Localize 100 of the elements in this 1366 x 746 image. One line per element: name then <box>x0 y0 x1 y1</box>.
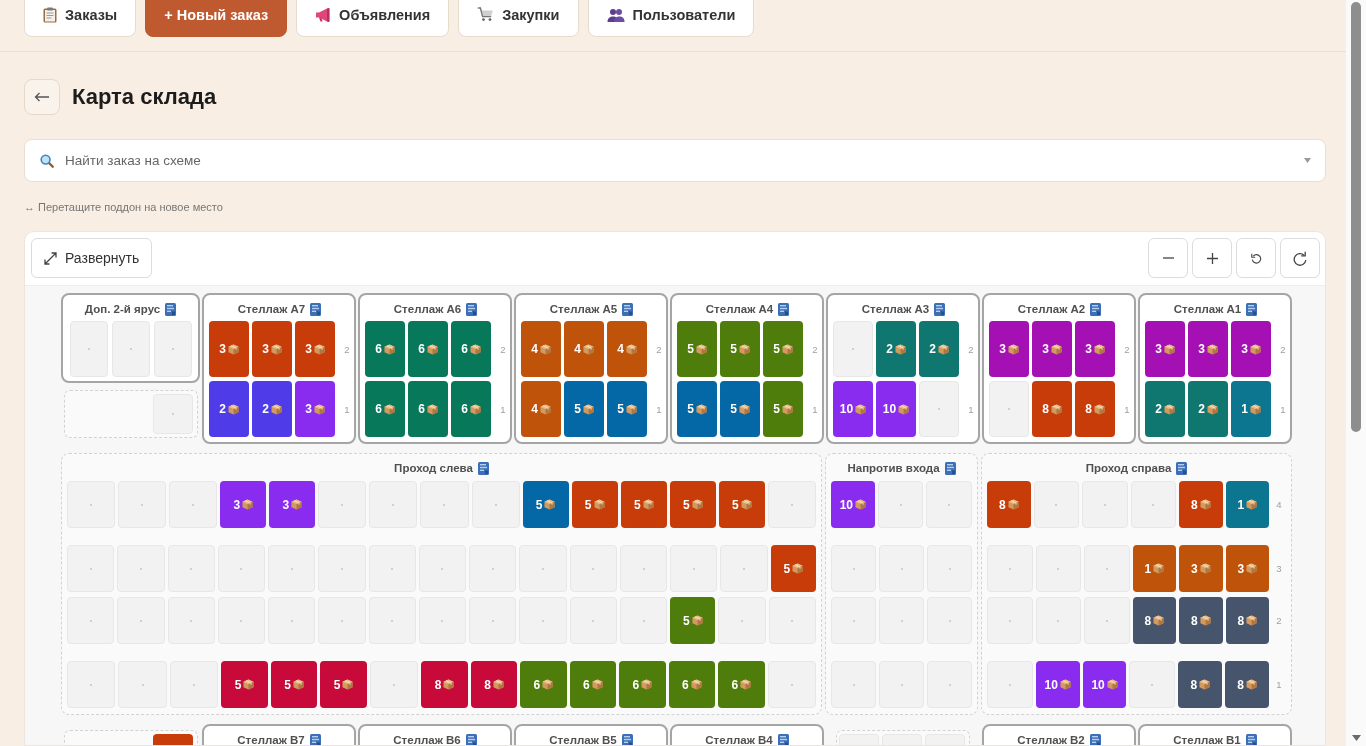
pallet-slot[interactable]: 4 <box>521 381 561 437</box>
pallet-slot[interactable]: 8 <box>1032 381 1072 437</box>
pallet-slot[interactable]: 8 <box>1178 661 1223 708</box>
empty-slot <box>268 545 316 592</box>
pallet-slot[interactable]: 5 <box>320 661 367 708</box>
expand-button[interactable]: Развернуть <box>31 238 153 278</box>
pallet-slot[interactable]: 5 <box>720 321 760 377</box>
pallet-slot[interactable]: 5 <box>763 381 803 437</box>
pallet-slot[interactable]: 4 <box>607 321 647 377</box>
pallet-slot[interactable]: 8 <box>1179 597 1223 644</box>
pallet-slot[interactable]: 5 <box>620 481 667 528</box>
pallet-slot[interactable]: 6 <box>520 661 567 708</box>
pallet-slot[interactable]: 3 <box>1231 321 1271 377</box>
package-icon <box>539 403 551 415</box>
empty-slot <box>831 545 876 592</box>
pallet-slot[interactable]: 3 <box>1075 321 1115 377</box>
pallet-slot[interactable]: 8 <box>1132 597 1176 644</box>
pallet-slot[interactable]: 5 <box>763 321 803 377</box>
pallet-slot[interactable]: 5 <box>718 481 765 528</box>
rack-title: Стеллаж В2 <box>1017 734 1085 745</box>
pallet-slot[interactable]: 10 <box>833 381 873 437</box>
nav-tab[interactable]: Пользователи <box>587 0 755 37</box>
empty-slot <box>831 597 876 644</box>
pallet-slot[interactable]: 1 <box>1132 545 1176 592</box>
pallet-slot[interactable]: 6 <box>365 321 405 377</box>
pallet-slot[interactable]: 6 <box>619 661 666 708</box>
pallet-slot[interactable]: 6 <box>408 381 448 437</box>
pallet-slot[interactable]: 10 <box>1035 661 1080 708</box>
empty-slot <box>833 321 873 377</box>
pallet-slot[interactable]: 6 <box>365 381 405 437</box>
back-button[interactable] <box>24 79 60 115</box>
pallet-slot[interactable]: 6 <box>569 661 617 708</box>
nav-tab[interactable]: Объявления <box>296 0 450 37</box>
pallet-slot[interactable]: 3 <box>220 481 267 528</box>
nav-tab[interactable]: Заказы <box>24 0 137 37</box>
pallet-slot[interactable]: 6 <box>718 661 765 708</box>
pallet-slot[interactable]: 2 <box>252 381 292 437</box>
level-label: 2 <box>343 343 351 355</box>
pallet-slot[interactable]: 6 <box>451 381 491 437</box>
pallet-slot[interactable]: 5 <box>571 481 618 528</box>
pallet-slot[interactable]: 3 <box>252 321 292 377</box>
pallet-slot[interactable]: 5 <box>522 481 569 528</box>
pallet-slot[interactable]: 8 <box>470 661 518 708</box>
pallet-slot[interactable]: 5 <box>670 597 716 644</box>
pallet-slot[interactable]: 1 <box>1225 481 1269 528</box>
document-icon <box>621 733 633 745</box>
pallet-slot[interactable]: 3 <box>295 381 335 437</box>
pallet-slot[interactable]: 2 <box>1188 381 1228 437</box>
pallet-slot[interactable]: 3 <box>1188 321 1228 377</box>
pallet-slot[interactable]: 6 <box>451 321 491 377</box>
package-icon <box>292 679 304 690</box>
pallet-slot[interactable]: 3 <box>295 321 335 377</box>
pallet-slot[interactable]: 8 <box>1225 597 1269 644</box>
empty-slot <box>368 545 416 592</box>
new-order-button[interactable]: + Новый заказ <box>145 0 288 37</box>
rotate-left-button[interactable] <box>1236 238 1276 278</box>
pallet-slot[interactable]: 5 <box>770 545 816 592</box>
pallet-slot[interactable]: 8 <box>1225 661 1269 708</box>
nav-tab[interactable]: Закупки <box>458 0 579 37</box>
pallet-slot[interactable]: 6 <box>668 661 716 708</box>
pallet-slot[interactable]: 8 <box>987 481 1031 528</box>
empty-slot <box>152 394 193 434</box>
pallet-slot[interactable]: 3 <box>1225 545 1269 592</box>
pallet-slot[interactable]: 2 <box>1145 381 1185 437</box>
pallet-slot[interactable]: 5 <box>720 381 760 437</box>
pallet-slot[interactable]: 3 <box>269 481 316 528</box>
scroll-thumb[interactable] <box>1351 2 1361 432</box>
level-label: 1 <box>1279 403 1287 415</box>
pallet-slot[interactable]: 8 <box>1075 381 1115 437</box>
pallet-slot[interactable]: 2 <box>919 321 959 377</box>
pallet-slot[interactable]: 3 <box>1032 321 1072 377</box>
pallet-slot[interactable]: 8 <box>1179 481 1223 528</box>
pallet-slot[interactable]: 2 <box>209 381 249 437</box>
pallet-slot[interactable]: 10 <box>876 381 916 437</box>
package-icon <box>242 499 254 510</box>
document-icon <box>622 302 634 316</box>
pallet-slot[interactable]: 6 <box>408 321 448 377</box>
pallet-slot[interactable]: 4 <box>564 321 604 377</box>
pallet-slot[interactable]: 1 <box>1231 381 1271 437</box>
pallet-slot[interactable]: 8 <box>421 661 468 708</box>
document-icon <box>934 302 946 316</box>
pallet-slot[interactable]: 4 <box>521 321 561 377</box>
pallet-slot[interactable]: 10 <box>831 481 875 528</box>
pallet-slot[interactable]: 5 <box>270 661 318 708</box>
search-field[interactable]: Найти заказ на схеме <box>24 139 1326 182</box>
scrollbar[interactable] <box>1346 0 1366 746</box>
pallet-slot[interactable]: 3 <box>989 321 1029 377</box>
pallet-slot[interactable]: 3 <box>1145 321 1185 377</box>
pallet-slot[interactable]: 2 <box>876 321 916 377</box>
pallet-slot[interactable]: 3 <box>209 321 249 377</box>
pallet-slot[interactable]: 5 <box>607 381 647 437</box>
pallet-slot[interactable]: 5 <box>564 381 604 437</box>
pallet-slot[interactable]: 3 <box>1179 545 1223 592</box>
rotate-right-button[interactable] <box>1280 238 1320 278</box>
pallet-slot[interactable]: 5 <box>677 381 717 437</box>
pallet-slot[interactable]: 10 <box>1082 661 1127 708</box>
pallet-slot[interactable]: 5 <box>669 481 716 528</box>
pallet-slot[interactable]: 5 <box>677 321 717 377</box>
aisle-title: Проход слева <box>394 462 473 474</box>
pallet-slot[interactable]: 5 <box>221 661 268 708</box>
